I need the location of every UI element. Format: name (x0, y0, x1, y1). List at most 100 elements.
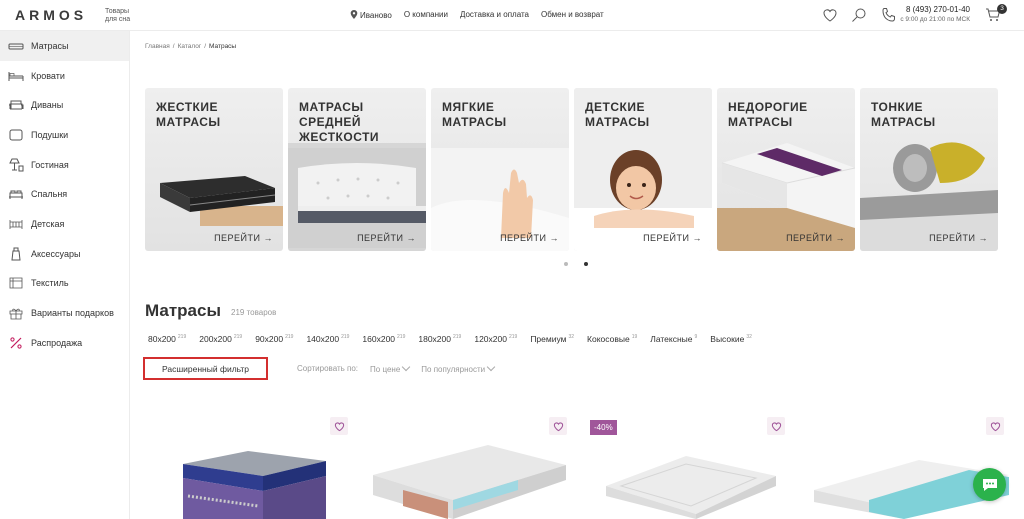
chip-premium[interactable]: Премиум 32 (530, 334, 574, 344)
sofa-icon (8, 98, 24, 112)
product-image (373, 445, 566, 519)
city-label: Иваново (360, 11, 392, 20)
product-card[interactable] (150, 410, 355, 519)
sidebar-item-pillows[interactable]: Подушки (0, 120, 129, 150)
card-title: МЯГКИЕ МАТРАСЫ (442, 100, 507, 129)
mattress-icon (8, 39, 24, 53)
card-title: ТОНКИЕ МАТРАСЫ (871, 100, 936, 129)
advanced-filter-button[interactable]: Расширенный фильтр (143, 357, 268, 380)
category-card-cheap[interactable]: НЕДОРОГИЕ МАТРАСЫ ПЕРЕЙТИ → (717, 88, 855, 251)
carousel-pagination (564, 262, 588, 266)
logo-subtitle: Товары для сна (105, 8, 131, 23)
category-carousel: ЖЕСТКИЕ МАТРАСЫ ПЕРЕЙТИ → МАТРАСЫ СРЕДНЕ… (145, 88, 998, 251)
bedroom-icon (8, 187, 24, 201)
sidebar-item-label: Варианты подарков (31, 308, 114, 319)
favorite-button[interactable] (549, 417, 567, 435)
card-go-link[interactable]: ПЕРЕЙТИ → (214, 233, 273, 243)
sidebar-item-kids[interactable]: Детская (0, 209, 129, 239)
chip-200x200[interactable]: 200x200 219 (199, 334, 242, 344)
chip-latex[interactable]: Латексные 9 (650, 334, 697, 344)
product-count: 219 товаров (231, 308, 277, 317)
breadcrumb-catalog[interactable]: Каталог (178, 43, 202, 50)
contact-block: 8 (493) 270-01-40 с 9:00 до 21:00 по МСК (900, 5, 970, 25)
carousel-dot[interactable] (564, 262, 568, 266)
sidebar-item-label: Гостиная (31, 159, 69, 170)
sidebar-item-label: Текстиль (31, 278, 69, 289)
chip-90x200[interactable]: 90x200 219 (255, 334, 293, 344)
sidebar-item-gifts[interactable]: Варианты подарков (0, 298, 129, 328)
chip-140x200[interactable]: 140x200 219 (306, 334, 349, 344)
card-title: ДЕТСКИЕ МАТРАСЫ (585, 100, 650, 129)
card-title: НЕДОРОГИЕ МАТРАСЫ (728, 100, 808, 129)
nav-delivery[interactable]: Доставка и оплата (460, 10, 529, 20)
heart-icon (334, 421, 344, 431)
breadcrumb: Главная / Каталог / Матрасы (145, 43, 237, 50)
heart-icon (990, 421, 1000, 431)
gift-icon (8, 306, 24, 320)
card-go-link[interactable]: ПЕРЕЙТИ → (357, 233, 416, 243)
sidebar-item-label: Кровати (31, 70, 65, 81)
sidebar-item-label: Спальня (31, 189, 68, 200)
favorite-button[interactable] (986, 417, 1004, 435)
sort-by-popularity[interactable]: По популярности (421, 362, 496, 374)
favorite-button[interactable] (330, 417, 348, 435)
card-go-link[interactable]: ПЕРЕЙТИ → (500, 233, 559, 243)
chip-180x200[interactable]: 180x200 219 (418, 334, 461, 344)
sidebar-item-label: Аксессуары (31, 248, 81, 259)
sidebar-item-bedroom[interactable]: Спальня (0, 179, 129, 209)
nav-returns[interactable]: Обмен и возврат (541, 10, 604, 20)
heart-icon (771, 421, 781, 431)
chevron-down-icon (486, 362, 496, 372)
sidebar-item-accessories[interactable]: Аксессуары (0, 239, 129, 269)
sidebar-item-mattresses[interactable]: Матрасы (0, 31, 129, 61)
sidebar-item-label: Детская (31, 218, 65, 229)
search-icon[interactable] (851, 7, 867, 23)
category-card-kids[interactable]: ДЕТСКИЕ МАТРАСЫ ПЕРЕЙТИ → (574, 88, 712, 251)
product-card[interactable] (368, 410, 573, 519)
sort-by-price[interactable]: По цене (370, 362, 411, 374)
breadcrumb-current: Матрасы (209, 43, 237, 50)
card-title: ЖЕСТКИЕ МАТРАСЫ (156, 100, 221, 129)
category-sidebar: Матрасы Кровати Диваны Подушки Гостиная … (0, 31, 130, 519)
chip-80x200[interactable]: 80x200 219 (148, 334, 186, 344)
chip-160x200[interactable]: 160x200 219 (362, 334, 405, 344)
product-image (183, 451, 326, 519)
chip-high[interactable]: Высокие 32 (710, 334, 752, 344)
sidebar-item-label: Подушки (31, 129, 69, 140)
percent-icon (8, 336, 24, 350)
card-go-link[interactable]: ПЕРЕЙТИ → (786, 233, 845, 243)
chip-coconut[interactable]: Кокосовые 19 (587, 334, 637, 344)
category-card-medium[interactable]: МАТРАСЫ СРЕДНЕЙ ЖЕСТКОСТИ ПЕРЕЙТИ → (288, 88, 426, 251)
nav-about[interactable]: О компании (404, 10, 448, 20)
top-nav: Иваново О компании Доставка и оплата Обм… (350, 10, 604, 20)
category-card-thin[interactable]: ТОНКИЕ МАТРАСЫ ПЕРЕЙТИ → (860, 88, 998, 251)
work-hours: с 9:00 до 21:00 по МСК (900, 16, 970, 23)
logo[interactable]: ARMOS (15, 7, 87, 23)
category-card-hard[interactable]: ЖЕСТКИЕ МАТРАСЫ ПЕРЕЙТИ → (145, 88, 283, 251)
lamp-icon (8, 158, 24, 172)
breadcrumb-home[interactable]: Главная (145, 43, 170, 50)
sidebar-item-textile[interactable]: Текстиль (0, 269, 129, 299)
sidebar-item-sale[interactable]: Распродажа (0, 328, 129, 358)
heart-icon[interactable] (822, 7, 838, 23)
cart-count-badge: 3 (997, 4, 1007, 14)
sidebar-item-label: Диваны (31, 100, 64, 111)
product-card[interactable] (804, 410, 1009, 519)
card-go-link[interactable]: ПЕРЕЙТИ → (929, 233, 988, 243)
card-go-link[interactable]: ПЕРЕЙТИ → (643, 233, 702, 243)
quick-filter-chips: 80x200 219 200x200 219 90x200 219 140x200 21… (148, 334, 752, 344)
phone-icon[interactable] (881, 7, 897, 23)
carousel-dot-active[interactable] (584, 262, 588, 266)
city-selector[interactable]: Иваново (350, 10, 392, 20)
sidebar-item-beds[interactable]: Кровати (0, 61, 129, 91)
sort-controls: Сортировать по: По цене По популярности (297, 362, 496, 374)
favorite-button[interactable] (767, 417, 785, 435)
phone-number[interactable]: 8 (493) 270-01-40 (900, 5, 970, 15)
sort-label: Сортировать по: (297, 364, 359, 373)
product-card[interactable] (586, 410, 791, 519)
chat-button[interactable] (973, 468, 1006, 501)
sidebar-item-living-room[interactable]: Гостиная (0, 150, 129, 180)
chip-120x200[interactable]: 120x200 219 (474, 334, 517, 344)
category-card-soft[interactable]: МЯГКИЕ МАТРАСЫ ПЕРЕЙТИ → (431, 88, 569, 251)
sidebar-item-sofas[interactable]: Диваны (0, 90, 129, 120)
